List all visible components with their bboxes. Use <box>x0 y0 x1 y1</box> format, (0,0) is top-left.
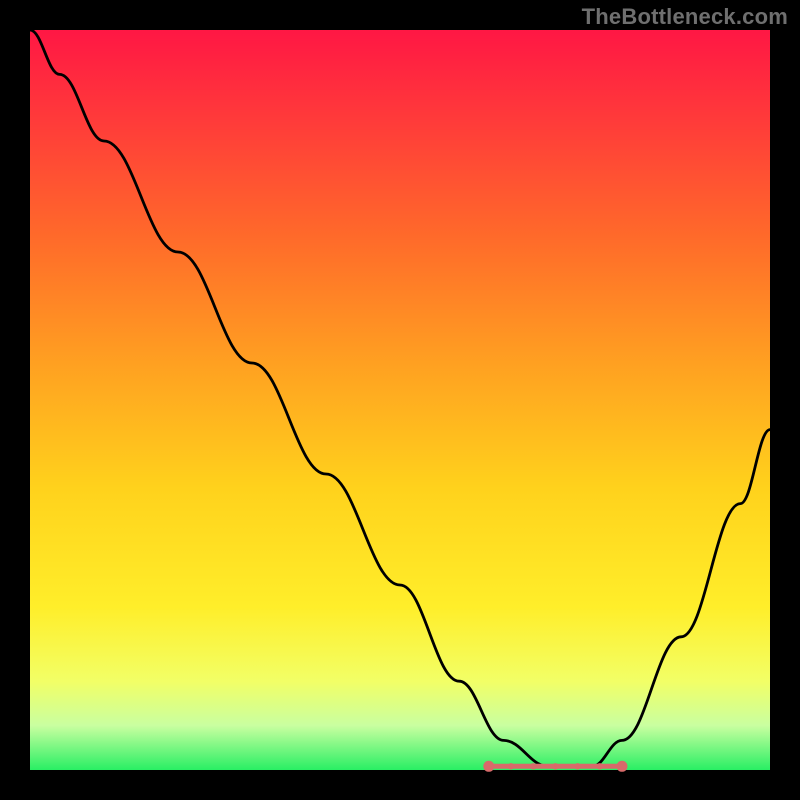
optimal-marker <box>530 763 536 769</box>
plot-area <box>30 30 770 770</box>
optimal-marker <box>574 763 580 769</box>
optimal-marker <box>617 761 628 772</box>
watermark-text: TheBottleneck.com <box>582 4 788 30</box>
optimal-marker <box>508 763 514 769</box>
optimal-marker <box>483 761 494 772</box>
chart-svg <box>0 0 800 800</box>
chart-container: TheBottleneck.com <box>0 0 800 800</box>
optimal-marker <box>597 763 603 769</box>
optimal-marker <box>552 763 558 769</box>
